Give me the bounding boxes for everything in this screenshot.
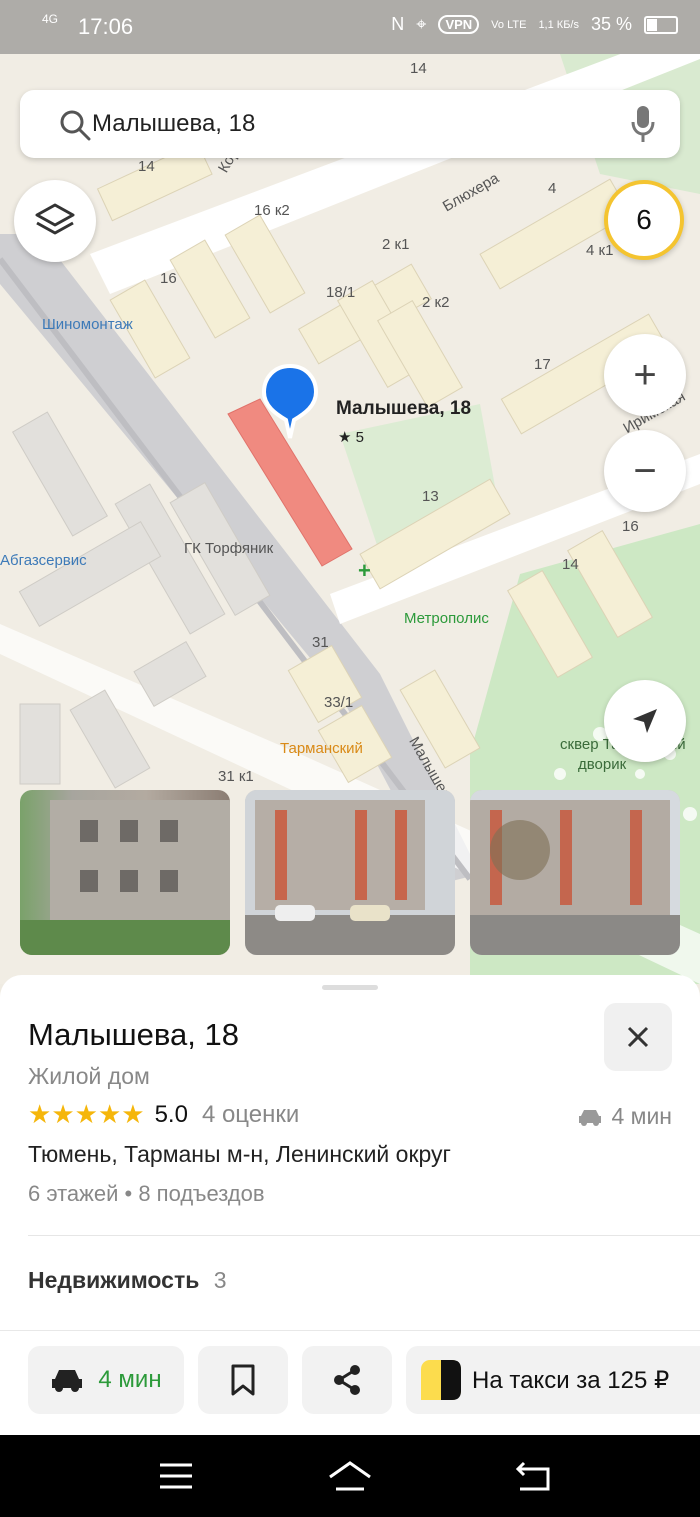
pin-rating: ★ 5 <box>338 429 364 446</box>
status-bar: 4G 17:06 N ⌖ VPN Vo LTE 1,1 КБ/s 35 % <box>0 0 700 54</box>
plus-icon: + <box>633 353 657 397</box>
share-button[interactable] <box>302 1346 392 1414</box>
network-indicator: 4G <box>42 12 59 26</box>
house-number: 17 <box>534 356 551 373</box>
house-number: 14 <box>562 556 579 573</box>
microphone-icon[interactable] <box>630 104 656 144</box>
battery-text: 35 % <box>590 14 632 34</box>
car-icon <box>52 1370 83 1392</box>
star-icon: ★ <box>121 1099 145 1129</box>
house-number: 2 к1 <box>382 236 410 253</box>
cluster-badge[interactable]: 6 <box>604 180 684 260</box>
layers-button[interactable] <box>14 180 96 262</box>
poi-dvorik[interactable]: дворик <box>578 756 626 773</box>
poi-metropolis[interactable]: Метрополис <box>404 610 489 627</box>
search-input[interactable]: Малышева, 18 <box>92 110 255 138</box>
lte-indicator: Vo LTE <box>491 18 527 31</box>
house-number: 16 к2 <box>254 202 290 219</box>
search-bar[interactable]: Малышева, 18 <box>20 90 680 158</box>
house-number: 16 <box>160 270 177 287</box>
my-location-button[interactable] <box>604 680 686 762</box>
place-address: Тюмень, Тарманы м-н, Ленинский округ <box>28 1141 451 1167</box>
layers-icon <box>35 203 75 235</box>
house-number: 33/1 <box>324 694 354 711</box>
drive-time: 4 мин <box>577 1103 672 1130</box>
building-photo-1 <box>20 800 230 955</box>
star-icon: ★ <box>74 1099 98 1129</box>
rating-value: 5.0 <box>154 1100 188 1128</box>
poi-tarmansky[interactable]: Тарманский <box>280 740 363 757</box>
building-photo-2 <box>245 790 455 955</box>
pin-title: Малышева, 18 <box>336 398 472 419</box>
house-number: 16 <box>622 518 639 535</box>
realty-label: Недвижимость <box>28 1267 200 1293</box>
rating-count: 4 оценки <box>201 1100 300 1128</box>
close-icon <box>627 1026 649 1048</box>
building-photo-3 <box>470 790 680 955</box>
house-number: 31 к1 <box>218 768 254 785</box>
star-icon: ★ <box>51 1099 75 1129</box>
taxi-button[interactable]: На такси за 125 ₽ <box>406 1346 700 1414</box>
sheet-handle[interactable] <box>322 985 378 990</box>
route-time: 4 мин <box>98 1366 162 1393</box>
navigation-arrow-icon <box>633 709 657 733</box>
poi-gk-torfyanik[interactable]: ГК Торфяник <box>184 540 273 557</box>
bookmark-button[interactable] <box>198 1346 288 1414</box>
house-number: 14 <box>410 60 427 77</box>
minus-icon: − <box>633 449 657 493</box>
nfc-icon: N <box>391 14 405 34</box>
house-number: 13 <box>422 488 439 505</box>
taxi-icon <box>421 1360 461 1400</box>
vpn-badge: VPN <box>438 15 480 34</box>
house-number: 4 к1 <box>586 242 614 259</box>
close-button[interactable] <box>604 1003 672 1071</box>
share-icon <box>334 1365 360 1395</box>
status-time: 17:06 <box>78 14 134 39</box>
house-number: 2 к2 <box>422 294 450 311</box>
place-title: Малышева, 18 <box>28 1017 239 1052</box>
realty-count: 3 <box>213 1267 227 1293</box>
action-bar: 4 мин На такси за 125 ₽ <box>0 1330 700 1436</box>
pharmacy-icon: + <box>358 558 371 583</box>
battery-icon <box>644 15 678 34</box>
menu-icon[interactable] <box>158 1461 194 1491</box>
zoom-out-button[interactable]: − <box>604 430 686 512</box>
house-number: 18/1 <box>326 284 356 301</box>
poi-shinomontazh[interactable]: Шиномонтаж <box>42 316 133 333</box>
star-icon: ★ <box>97 1099 122 1129</box>
location-pin-icon[interactable] <box>260 362 320 442</box>
place-photo[interactable] <box>470 790 680 955</box>
zoom-in-button[interactable]: + <box>604 334 686 416</box>
place-photo[interactable] <box>20 790 230 955</box>
house-number: 14 <box>138 158 155 175</box>
place-details: 6 этажей • 8 подъездов <box>28 1181 265 1206</box>
route-button[interactable]: 4 мин <box>28 1346 184 1414</box>
drive-time-text: 4 мин <box>611 1103 672 1129</box>
divider <box>28 1235 700 1236</box>
speed-indicator: 1,1 КБ/s <box>538 18 579 31</box>
rating-row[interactable]: ★ ★ ★ ★ ★ 5.0 4 оценки <box>28 1099 299 1130</box>
home-icon[interactable] <box>326 1457 374 1493</box>
back-icon[interactable] <box>514 1459 554 1493</box>
house-number: 31 <box>312 634 329 651</box>
house-number: 4 <box>548 180 557 197</box>
place-type: Жилой дом <box>28 1063 150 1089</box>
car-icon <box>579 1109 602 1126</box>
star-icon: ★ <box>28 1099 52 1129</box>
location-icon: ⌖ <box>416 14 427 34</box>
bookmark-icon <box>231 1364 255 1396</box>
place-photo[interactable] <box>245 790 455 955</box>
system-nav-bar <box>0 1435 700 1517</box>
taxi-label: На такси за 125 ₽ <box>472 1366 670 1394</box>
search-icon <box>60 110 91 141</box>
realty-section[interactable]: Недвижимость 3 <box>28 1267 227 1294</box>
poi-avgazservis[interactable]: Абгазсервис <box>0 552 87 569</box>
